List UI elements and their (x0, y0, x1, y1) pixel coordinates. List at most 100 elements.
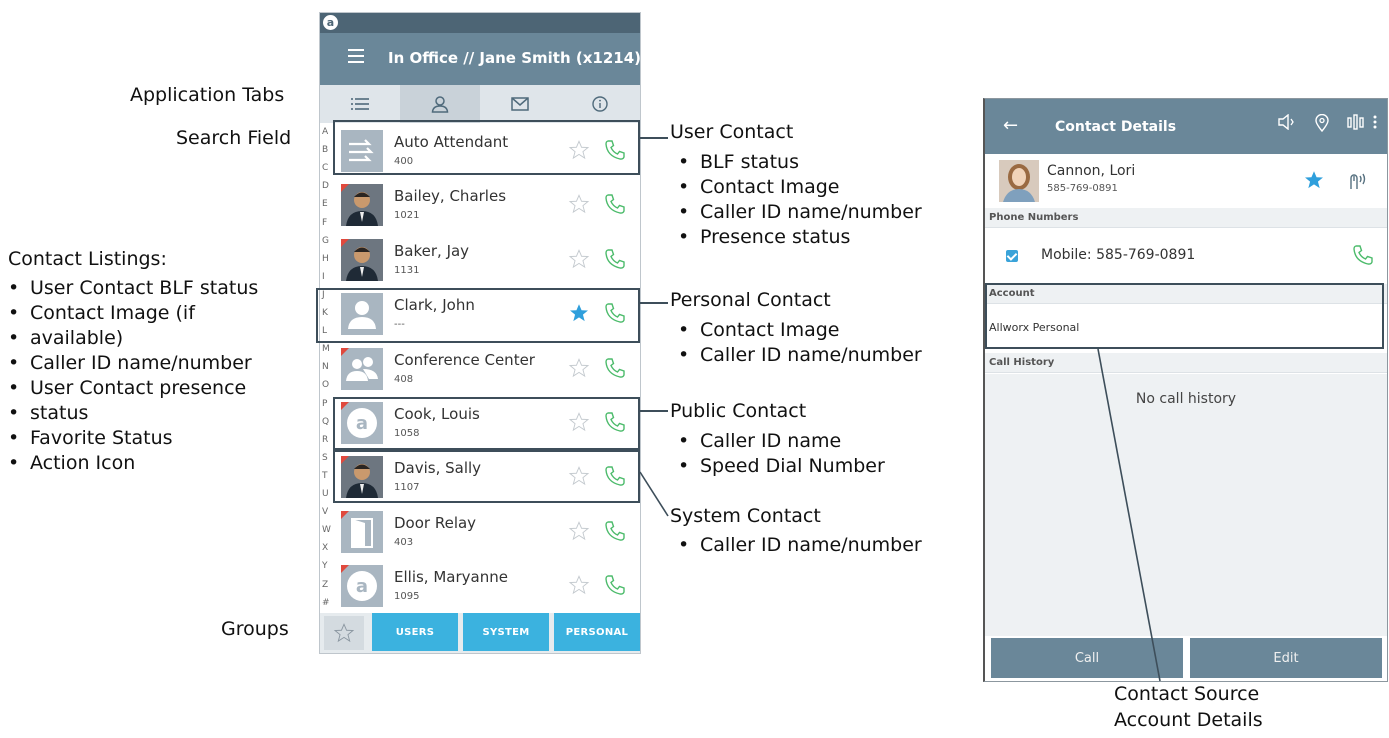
contact-name: Ellis, Maryanne (394, 568, 508, 587)
mail-icon (511, 97, 529, 111)
contact-row[interactable]: Baker, Jay 1131 (333, 231, 640, 286)
phone-icon[interactable] (603, 356, 627, 380)
star-outline-icon[interactable] (568, 357, 590, 379)
personal-contact-bullet: Caller ID name/number (670, 343, 922, 368)
alpha-letter[interactable]: W (322, 525, 331, 535)
presence-title[interactable]: In Office // Jane Smith (x1214) (388, 49, 640, 67)
alpha-letter[interactable]: U (322, 489, 329, 499)
star-filled-icon[interactable] (1303, 169, 1325, 191)
alpha-letter[interactable]: P (322, 399, 327, 409)
alpha-letter[interactable]: S (322, 453, 328, 463)
listing-bullet: Favorite Status (0, 426, 258, 451)
group-users-button[interactable]: USERS (372, 613, 458, 651)
personal-contact-leader (640, 302, 668, 304)
blf-status-indicator (341, 510, 349, 519)
alpha-letter[interactable]: N (322, 362, 329, 372)
alpha-letter[interactable]: # (322, 598, 330, 608)
phone-icon[interactable] (603, 573, 627, 597)
contact-number: 408 (394, 373, 414, 385)
alpha-letter[interactable]: Y (322, 561, 328, 571)
contact-row[interactable]: Bailey, Charles 1021 (333, 177, 640, 232)
audio-bars-icon[interactable] (1347, 114, 1367, 134)
star-outline-icon[interactable] (568, 248, 590, 270)
svg-text:a: a (356, 576, 368, 597)
alphabet-index[interactable]: A B C D E F G H I J K L M N O P Q R S T U V W X Y Z # (320, 123, 333, 613)
star-outline-icon[interactable] (568, 520, 590, 542)
edit-button[interactable]: Edit (1190, 638, 1382, 678)
alpha-letter[interactable]: E (322, 199, 328, 209)
contact-photo (341, 238, 383, 281)
personal-contact-highlight (316, 288, 640, 343)
speaker-icon[interactable] (1277, 113, 1295, 134)
blf-status-indicator (341, 184, 349, 193)
alpha-letter[interactable]: T (322, 471, 328, 481)
alpha-letter[interactable]: V (322, 507, 328, 517)
system-contact-list: Caller ID name/number (670, 533, 922, 558)
contact-number: 1095 (394, 591, 420, 603)
tab-info[interactable] (560, 85, 640, 123)
contact-number: 1021 (394, 210, 420, 222)
no-history-text: No call history (1135, 391, 1237, 407)
star-outline-icon[interactable] (568, 193, 590, 215)
phone-icon[interactable] (603, 192, 627, 216)
alpha-letter[interactable]: B (322, 145, 328, 155)
alpha-letter[interactable]: R (322, 435, 328, 445)
call-history-header: Call History (985, 353, 1387, 373)
alpha-letter[interactable]: C (322, 163, 328, 173)
alpha-letter[interactable]: Z (322, 580, 328, 590)
public-contact-title: Public Contact (670, 400, 807, 422)
user-contact-bullet: Caller ID name/number (670, 200, 922, 225)
personal-contact-title: Personal Contact (670, 289, 831, 311)
details-title: Contact Details (1055, 119, 1177, 135)
alpha-letter[interactable]: I (322, 272, 325, 282)
alpha-letter[interactable]: G (322, 236, 329, 246)
contact-photo (999, 160, 1039, 202)
blf-status-indicator (341, 238, 349, 247)
system-contact-bullet: Caller ID name/number (670, 533, 922, 558)
contacts-icon (431, 96, 449, 113)
account-details-label: Account Details (1114, 709, 1263, 731)
contact-row[interactable]: a Ellis, Maryanne 1095 (333, 558, 640, 613)
system-contact-title: System Contact (670, 505, 821, 527)
mobile-number: Mobile: 585-769-0891 (1041, 247, 1196, 263)
contact-row[interactable]: Door Relay 403 (333, 503, 640, 558)
details-header: ← Contact Details (985, 99, 1387, 154)
public-contact-highlight (333, 397, 640, 450)
star-outline-icon[interactable] (568, 574, 590, 596)
phone-icon[interactable] (1351, 243, 1375, 267)
alpha-letter[interactable]: H (322, 254, 329, 264)
phone-icon[interactable] (603, 247, 627, 271)
mobile-checkbox[interactable] (1006, 250, 1018, 262)
contact-row[interactable]: Conference Center 408 (333, 340, 640, 395)
group-personal-button[interactable]: PERSONAL (554, 613, 640, 651)
contact-name: Bailey, Charles (394, 187, 507, 206)
back-arrow-icon[interactable]: ← (1003, 115, 1018, 136)
public-contact-bullet: Speed Dial Number (670, 454, 885, 479)
contact-number: 585-769-0891 (1047, 183, 1118, 194)
tab-list[interactable] (320, 85, 400, 123)
phone-icon[interactable] (603, 519, 627, 543)
user-contact-bullet: Presence status (670, 225, 922, 250)
tap-transfer-icon[interactable] (1345, 169, 1367, 191)
alpha-letter[interactable]: A (322, 127, 328, 137)
group-system-button[interactable]: SYSTEM (463, 613, 549, 651)
mobile-number-row[interactable]: Mobile: 585-769-0891 (985, 229, 1387, 283)
listing-bullet: Contact Image (if (0, 301, 258, 326)
tab-contacts[interactable] (400, 85, 480, 123)
alpha-letter[interactable]: X (322, 543, 328, 553)
system-contact-leader (639, 471, 669, 517)
user-contact-highlight (333, 120, 640, 175)
menu-icon[interactable] (348, 49, 364, 65)
alpha-letter[interactable]: O (322, 380, 329, 390)
tab-messages[interactable] (480, 85, 560, 123)
alpha-letter[interactable]: M (322, 344, 330, 354)
alpha-letter[interactable]: Q (322, 417, 329, 427)
search-field-label: Search Field (176, 127, 292, 149)
location-icon[interactable] (1315, 113, 1329, 136)
list-icon (351, 98, 369, 110)
favorites-group-button[interactable] (324, 616, 364, 650)
alpha-letter[interactable]: F (322, 218, 327, 228)
user-contact-list: BLF status Contact Image Caller ID name/… (670, 150, 922, 250)
alpha-letter[interactable]: D (322, 181, 329, 191)
more-vert-icon[interactable] (1373, 114, 1377, 133)
